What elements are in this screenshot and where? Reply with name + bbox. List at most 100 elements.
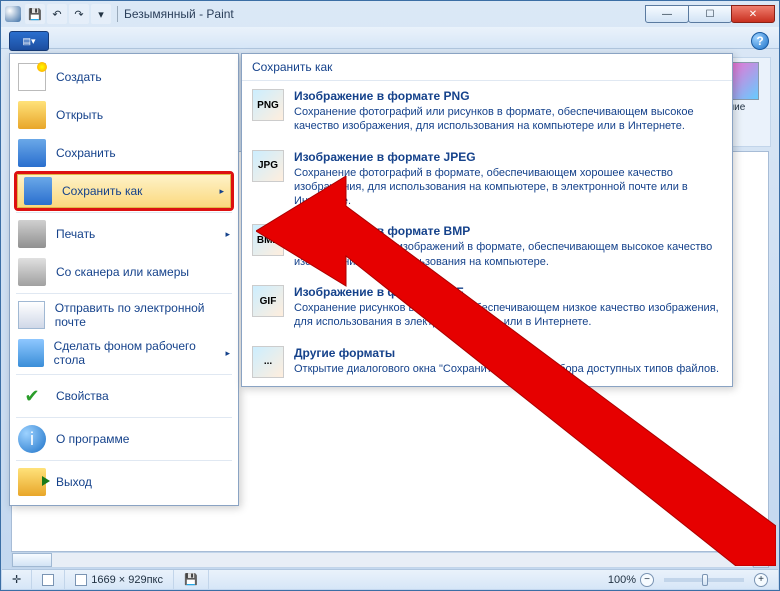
zoom-in-button[interactable]: + bbox=[754, 573, 768, 587]
desktop-icon bbox=[18, 339, 44, 367]
exit-icon bbox=[18, 468, 46, 496]
save-as-other-title: Другие форматы bbox=[294, 346, 719, 360]
status-cursor: ✛ bbox=[2, 570, 32, 589]
hscroll-thumb[interactable] bbox=[12, 553, 52, 567]
menu-exit[interactable]: Выход bbox=[10, 463, 238, 501]
bmp-icon: BMP bbox=[252, 224, 284, 256]
save-as-submenu-header: Сохранить как bbox=[242, 54, 732, 81]
open-icon bbox=[18, 101, 46, 129]
save-as-gif-title: Изображение в формате GIF bbox=[294, 285, 722, 299]
selection-icon bbox=[42, 574, 54, 586]
window-controls: — ☐ ✕ bbox=[646, 5, 775, 23]
menu-wallpaper[interactable]: Сделать фоном рабочего стола ▸ bbox=[10, 334, 238, 372]
gif-icon: GIF bbox=[252, 285, 284, 317]
menu-scanner[interactable]: Со сканера или камеры bbox=[10, 253, 238, 291]
save-as-bmp[interactable]: BMP Изображение в формате BMP Сохранение… bbox=[242, 216, 732, 277]
titlebar: 💾 ↶ ↷ ▾ Безымянный - Paint — ☐ ✕ bbox=[1, 1, 779, 27]
zoom-value: 100% bbox=[608, 574, 636, 586]
menu-separator bbox=[16, 212, 232, 213]
status-dimensions: 1669 × 929пкс bbox=[65, 570, 174, 589]
other-format-icon: ... bbox=[252, 346, 284, 378]
menu-separator bbox=[16, 417, 232, 418]
mail-icon bbox=[18, 301, 45, 329]
ribbon-bar bbox=[1, 27, 779, 49]
zoom-slider-thumb[interactable] bbox=[702, 574, 708, 586]
save-icon bbox=[18, 139, 46, 167]
save-as-png[interactable]: PNG Изображение в формате PNG Сохранение… bbox=[242, 81, 732, 142]
check-icon: ✔ bbox=[18, 382, 46, 410]
status-selection bbox=[32, 570, 65, 589]
menu-scanner-label: Со сканера или камеры bbox=[56, 265, 189, 279]
menu-email-label: Отправить по электронной почте bbox=[55, 301, 230, 329]
maximize-button[interactable]: ☐ bbox=[688, 5, 732, 23]
menu-save-as[interactable]: Сохранить как ▸ bbox=[10, 172, 238, 210]
title-separator bbox=[117, 6, 118, 22]
save-as-icon bbox=[24, 177, 52, 205]
status-zoom: 100% − + bbox=[598, 570, 778, 589]
help-button[interactable]: ? bbox=[751, 32, 769, 50]
disk-icon: 💾 bbox=[184, 573, 198, 586]
chevron-right-icon: ▸ bbox=[225, 229, 230, 240]
menu-separator bbox=[16, 460, 232, 461]
menu-print-label: Печать bbox=[56, 227, 95, 241]
save-as-other[interactable]: ... Другие форматы Открытие диалогового … bbox=[242, 338, 732, 386]
save-as-other-desc: Открытие диалогового окна "Сохранить как… bbox=[294, 362, 719, 376]
png-icon: PNG bbox=[252, 89, 284, 121]
save-as-jpeg[interactable]: JPG Изображение в формате JPEG Сохранени… bbox=[242, 142, 732, 217]
chevron-right-icon: ▸ bbox=[219, 186, 224, 197]
menu-save-as-label: Сохранить как bbox=[62, 184, 142, 198]
qat-customize-icon[interactable]: ▾ bbox=[91, 4, 111, 24]
file-menu: Создать Открыть Сохранить Сохранить как … bbox=[9, 53, 239, 506]
vscroll-down-button[interactable]: ▾ bbox=[753, 552, 769, 568]
menu-separator bbox=[16, 374, 232, 375]
menu-open[interactable]: Открыть bbox=[10, 96, 238, 134]
close-button[interactable]: ✕ bbox=[731, 5, 775, 23]
file-tab-glyph: ▤▾ bbox=[22, 36, 35, 47]
info-icon: i bbox=[18, 425, 46, 453]
qat-redo-icon[interactable]: ↷ bbox=[69, 4, 89, 24]
status-bar: ✛ 1669 × 929пкс 💾 100% − + bbox=[2, 569, 778, 589]
scanner-icon bbox=[18, 258, 46, 286]
save-as-bmp-title: Изображение в формате BMP bbox=[294, 224, 722, 238]
menu-properties[interactable]: ✔ Свойства bbox=[10, 377, 238, 415]
new-icon bbox=[18, 63, 46, 91]
qat-undo-icon[interactable]: ↶ bbox=[47, 4, 67, 24]
menu-new[interactable]: Создать bbox=[10, 58, 238, 96]
save-as-submenu: Сохранить как PNG Изображение в формате … bbox=[241, 53, 733, 387]
menu-about-label: О программе bbox=[56, 432, 129, 446]
dimensions-icon bbox=[75, 574, 87, 586]
menu-about[interactable]: i О программе bbox=[10, 420, 238, 458]
app-icon bbox=[5, 6, 21, 22]
menu-save-label: Сохранить bbox=[56, 146, 116, 160]
menu-exit-label: Выход bbox=[56, 475, 92, 489]
chevron-right-icon: ▸ bbox=[225, 348, 230, 359]
paint-window: 💾 ↶ ↷ ▾ Безымянный - Paint — ☐ ✕ ▤▾ ? ен… bbox=[0, 0, 780, 591]
zoom-slider[interactable] bbox=[664, 578, 744, 582]
menu-print[interactable]: Печать ▸ bbox=[10, 215, 238, 253]
save-as-png-desc: Сохранение фотографий или рисунков в фор… bbox=[294, 105, 722, 134]
menu-new-label: Создать bbox=[56, 70, 102, 84]
save-as-jpeg-desc: Сохранение фотографий в формате, обеспеч… bbox=[294, 166, 722, 209]
menu-wallpaper-label: Сделать фоном рабочего стола bbox=[54, 339, 216, 367]
qat-save-icon[interactable]: 💾 bbox=[25, 4, 45, 24]
save-as-png-title: Изображение в формате PNG bbox=[294, 89, 722, 103]
save-as-jpeg-title: Изображение в формате JPEG bbox=[294, 150, 722, 164]
print-icon bbox=[18, 220, 46, 248]
horizontal-scrollbar[interactable] bbox=[11, 552, 753, 568]
menu-email[interactable]: Отправить по электронной почте bbox=[10, 296, 238, 334]
save-as-gif-desc: Сохранение рисунков в формате, обеспечив… bbox=[294, 301, 722, 330]
menu-save[interactable]: Сохранить bbox=[10, 134, 238, 172]
jpeg-icon: JPG bbox=[252, 150, 284, 182]
file-tab[interactable]: ▤▾ bbox=[9, 31, 49, 51]
zoom-out-button[interactable]: − bbox=[640, 573, 654, 587]
menu-properties-label: Свойства bbox=[56, 389, 109, 403]
quick-access-toolbar: 💾 ↶ ↷ ▾ bbox=[25, 4, 111, 24]
menu-separator bbox=[16, 293, 232, 294]
menu-save-as-highlight: Сохранить как ▸ bbox=[14, 171, 234, 211]
crosshair-icon: ✛ bbox=[12, 573, 21, 586]
menu-open-label: Открыть bbox=[56, 108, 103, 122]
status-filesize: 💾 bbox=[174, 570, 209, 589]
save-as-gif[interactable]: GIF Изображение в формате GIF Сохранение… bbox=[242, 277, 732, 338]
minimize-button[interactable]: — bbox=[645, 5, 689, 23]
status-dimensions-value: 1669 × 929пкс bbox=[91, 574, 163, 586]
